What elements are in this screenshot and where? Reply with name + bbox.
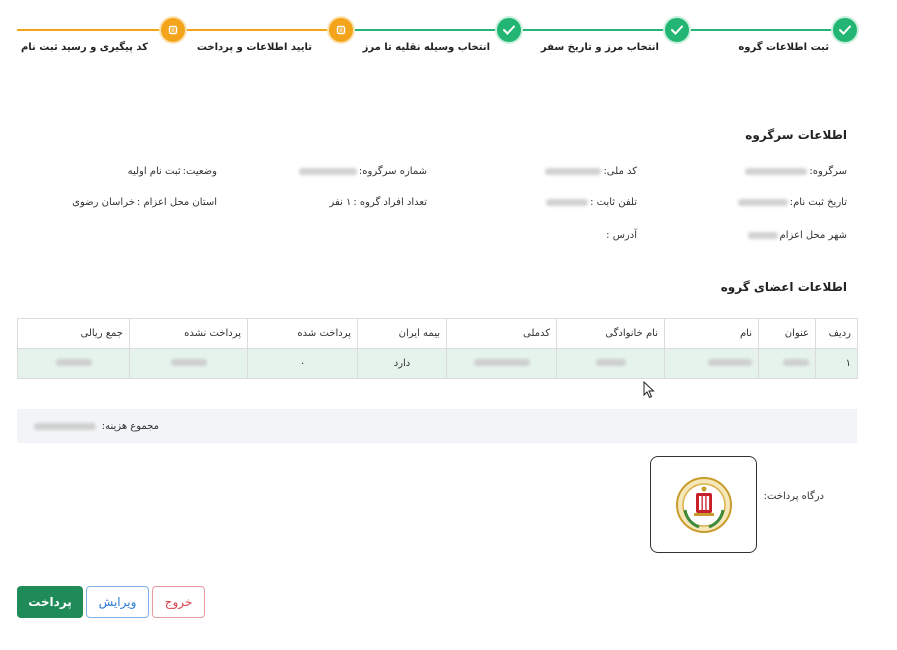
leader-address: آدرس :	[606, 230, 637, 241]
pay-button[interactable]: پرداخت	[17, 586, 83, 618]
address-label: آدرس :	[606, 230, 637, 241]
leader-member-count: تعداد افراد گروه : ۱ نفر	[329, 197, 427, 208]
bank-melli-logo-icon	[675, 476, 732, 533]
cell-insurance: دارد	[357, 348, 447, 379]
cell-total-rial	[17, 348, 130, 379]
province-label: استان محل اعزام :	[136, 197, 217, 208]
group-number-label: شماره سرگروه:	[358, 166, 427, 177]
cell-first-name	[664, 348, 759, 379]
phone-label: تلفن ثابت :	[590, 197, 637, 208]
progress-stepper: ثبت اطلاعات گروه انتخاب مرز و تاریخ سفر …	[0, 0, 897, 70]
col-paid: پرداخت شده	[247, 318, 358, 349]
mouse-cursor-icon	[643, 381, 655, 399]
status-value: ثبت نام اولیه	[127, 166, 181, 177]
total-cost-label: مجموع هزینه:	[101, 420, 159, 432]
cell-paid: ۰	[247, 348, 358, 379]
col-title: عنوان	[758, 318, 816, 349]
total-cost-value-redacted	[33, 422, 96, 430]
payment-gateway-label: درگاه پرداخت:	[763, 491, 824, 502]
col-first-name: نام	[664, 318, 759, 349]
step-3-label: انتخاب وسیله نقلیه تا مرز	[362, 42, 490, 53]
national-code-redacted	[473, 359, 530, 366]
title-redacted	[783, 359, 809, 366]
step-1-label: ثبت اطلاعات گروه	[738, 42, 829, 53]
step-4-circle-icon	[329, 18, 353, 42]
city-label: شهر محل اعزام	[779, 230, 847, 241]
cell-national-code	[446, 348, 557, 379]
reg-date-value-redacted	[737, 199, 788, 206]
cell-last-name	[556, 348, 665, 379]
leader-section-title: اطلاعات سرگروه	[745, 128, 847, 142]
leader-city: شهر محل اعزام	[747, 230, 847, 241]
col-index: ردیف	[815, 318, 858, 349]
province-value: خراسان رضوی	[72, 197, 135, 208]
leader-name: سرگروه:	[745, 166, 847, 177]
leader-name-label: سرگروه:	[809, 166, 847, 177]
members-table: ردیف عنوان نام نام خانوادگی کدملی بیمه ا…	[17, 318, 858, 379]
cell-unpaid	[129, 348, 248, 379]
table-row: ۱ دارد ۰	[17, 348, 858, 379]
status-label: وضعیت:	[182, 166, 217, 177]
col-unpaid: پرداخت نشده	[129, 318, 248, 349]
national-code-label: کد ملی:	[603, 166, 637, 177]
step-3-check-icon	[497, 18, 521, 42]
leader-phone: تلفن ثابت :	[546, 197, 637, 208]
step-5-label: کد پیگیری و رسید ثبت نام	[20, 42, 148, 53]
total-cost-bar: مجموع هزینه:	[17, 409, 857, 443]
leader-group-number: شماره سرگروه:	[298, 166, 427, 177]
leader-national-code: کد ملی:	[545, 166, 637, 177]
col-insurance: بیمه ایران	[357, 318, 447, 349]
city-value-redacted	[747, 232, 778, 239]
bank-melli-gateway-option[interactable]	[650, 456, 757, 553]
step-4-label: تایید اطلاعات و پرداخت	[196, 42, 312, 53]
exit-button[interactable]: خروج	[152, 586, 205, 618]
col-national-code: کدملی	[446, 318, 557, 349]
member-count-value: ۱ نفر	[329, 197, 352, 208]
col-last-name: نام خانوادگی	[556, 318, 665, 349]
members-section-title: اطلاعات اعضای گروه	[720, 280, 847, 294]
table-header-row: ردیف عنوان نام نام خانوادگی کدملی بیمه ا…	[17, 318, 858, 349]
total-rial-redacted	[55, 359, 92, 366]
leader-province: استان محل اعزام : خراسان رضوی	[72, 197, 217, 208]
step-2-check-icon	[665, 18, 689, 42]
last-name-redacted	[595, 359, 626, 366]
reg-date-label: تاریخ ثبت نام:	[789, 197, 847, 208]
group-number-value-redacted	[298, 168, 357, 175]
step-2-label: انتخاب مرز و تاریخ سفر	[540, 42, 659, 53]
step-5-circle-icon	[161, 18, 185, 42]
leader-reg-date: تاریخ ثبت نام:	[737, 197, 847, 208]
edit-button[interactable]: ویرایش	[86, 586, 149, 618]
cell-title	[758, 348, 816, 379]
col-total-rial: جمع ریالی	[17, 318, 130, 349]
cell-index: ۱	[815, 348, 858, 379]
member-count-label: تعداد افراد گروه :	[353, 197, 427, 208]
leader-status: وضعیت: ثبت نام اولیه	[128, 166, 217, 177]
phone-value-redacted	[546, 199, 589, 206]
leader-name-value-redacted	[745, 168, 808, 175]
first-name-redacted	[708, 359, 752, 366]
stepper-line-done	[352, 29, 857, 31]
unpaid-redacted	[170, 359, 207, 366]
national-code-value-redacted	[545, 168, 602, 175]
step-1-check-icon	[833, 18, 857, 42]
